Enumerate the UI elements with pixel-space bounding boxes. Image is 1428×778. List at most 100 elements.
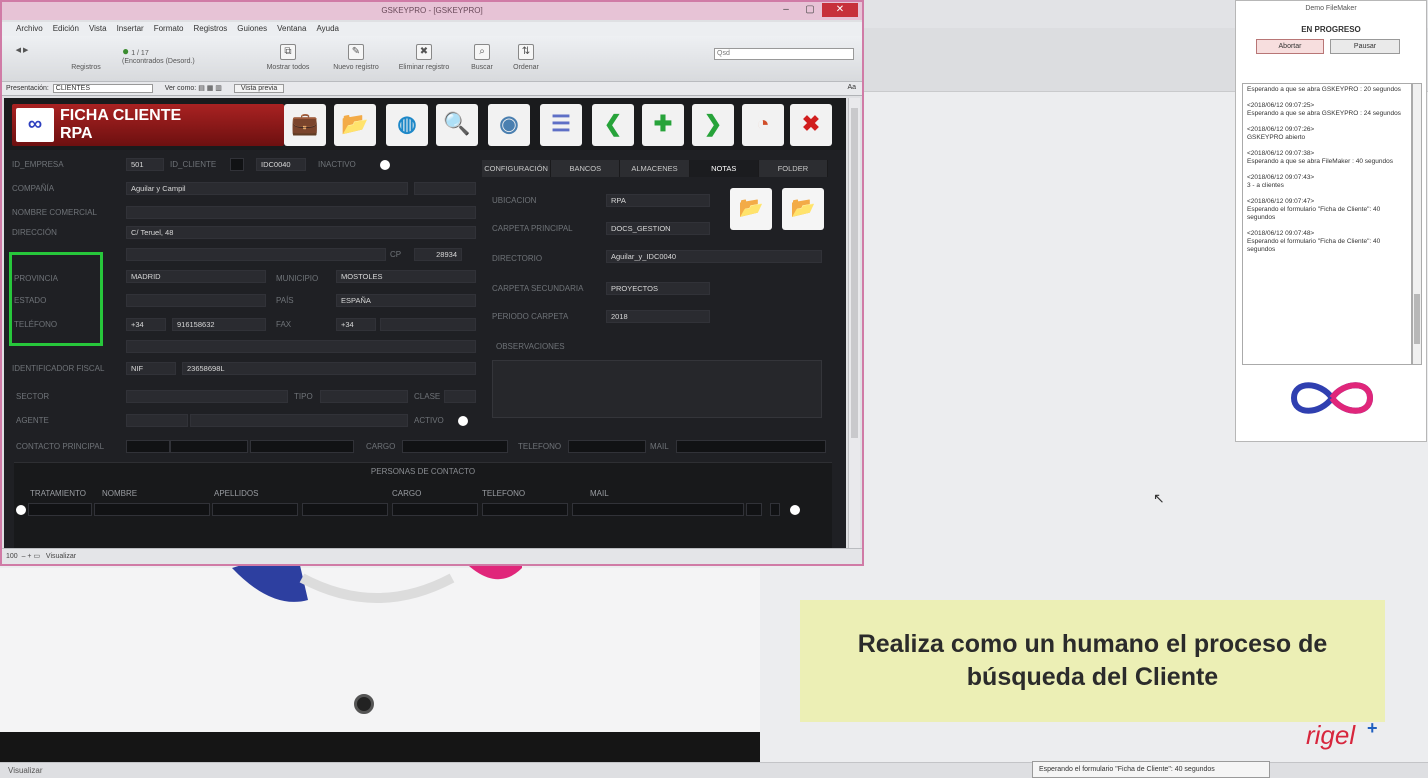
field-ubicacion[interactable]: RPA bbox=[606, 194, 710, 207]
field-carpeta-secundaria[interactable]: PROYECTOS bbox=[606, 282, 710, 295]
field-directorio[interactable]: Aguilar_y_IDC0040 bbox=[606, 250, 822, 263]
contact-cell-2[interactable] bbox=[212, 503, 298, 516]
field-nif-type[interactable]: NIF bbox=[126, 362, 176, 375]
menu-item-3[interactable]: Insertar bbox=[117, 24, 144, 34]
menu-item-6[interactable]: Guiones bbox=[237, 24, 267, 34]
delete-record-button[interactable]: ✖ Eliminar registro bbox=[394, 44, 454, 71]
presentation-select[interactable]: CLIENTES bbox=[52, 84, 153, 93]
field-contacto-cargo[interactable] bbox=[402, 440, 508, 453]
tab-1[interactable]: BANCOS bbox=[551, 160, 621, 177]
record-nav-arrows[interactable]: ◀ ▶ bbox=[4, 46, 40, 54]
contact-cell-3[interactable] bbox=[302, 503, 388, 516]
field-contacto-nombre[interactable] bbox=[170, 440, 248, 453]
field-compania[interactable]: Aguilar y Campil bbox=[126, 182, 408, 195]
activo-toggle[interactable] bbox=[458, 416, 468, 426]
minimize-icon[interactable]: – bbox=[774, 3, 798, 17]
contact-row-toggle-left[interactable] bbox=[16, 505, 26, 515]
field-compania-extra[interactable] bbox=[414, 182, 476, 195]
contact-cell-5[interactable] bbox=[482, 503, 568, 516]
add-button[interactable]: ✚ bbox=[642, 104, 684, 146]
open-folder-button[interactable]: 📂 bbox=[730, 188, 772, 230]
field-contacto-telefono[interactable] bbox=[568, 440, 646, 453]
format-bar-toggle[interactable]: Aa bbox=[847, 84, 856, 91]
tab-0[interactable]: CONFIGURACIÓN bbox=[482, 160, 552, 177]
field-carpeta-principal[interactable]: DOCS_GESTION bbox=[606, 222, 710, 235]
field-direccion-2[interactable] bbox=[126, 248, 386, 261]
field-fax[interactable] bbox=[380, 318, 476, 331]
field-contacto-tratamiento[interactable] bbox=[126, 440, 170, 453]
field-periodo-carpeta[interactable]: 2018 bbox=[606, 310, 710, 323]
field-id-cliente[interactable]: IDC0040 bbox=[256, 158, 306, 171]
chevron-left-button[interactable]: ❮ bbox=[592, 104, 634, 146]
view-as-buttons[interactable]: ▤ ▦ ▥ bbox=[198, 85, 222, 92]
field-id-empresa[interactable]: 501 bbox=[126, 158, 164, 171]
field-telefono[interactable]: 916158632 bbox=[172, 318, 266, 331]
list-button[interactable]: ☰ bbox=[540, 104, 582, 146]
contact-cell-4[interactable] bbox=[392, 503, 478, 516]
menu-item-8[interactable]: Ayuda bbox=[316, 24, 339, 34]
field-pais[interactable]: ESPAÑA bbox=[336, 294, 476, 307]
maximize-icon[interactable]: ▢ bbox=[798, 3, 822, 17]
zoom-level[interactable]: 100 bbox=[6, 553, 18, 560]
filemaker-window[interactable]: GSKEYPRO - [GSKEYPRO] – ▢ ✕ Archivo Edici… bbox=[0, 0, 864, 566]
contact-cell-0[interactable] bbox=[28, 503, 92, 516]
contact-row-toggle-right[interactable] bbox=[790, 505, 800, 515]
contact-cell-7[interactable] bbox=[746, 503, 762, 516]
menu-item-5[interactable]: Registros bbox=[194, 24, 228, 34]
field-contacto-apellidos[interactable] bbox=[250, 440, 354, 453]
field-estado[interactable] bbox=[126, 294, 266, 307]
folder-button[interactable]: 📂 bbox=[334, 104, 376, 146]
window-title-bar[interactable]: GSKEYPRO - [GSKEYPRO] bbox=[2, 2, 862, 20]
map-button[interactable]: ◉ bbox=[488, 104, 530, 146]
contact-cell-6[interactable] bbox=[572, 503, 744, 516]
chart-button[interactable]: ◔ bbox=[742, 104, 784, 146]
field-nif[interactable]: 23658698L bbox=[182, 362, 476, 375]
field-clase[interactable] bbox=[444, 390, 476, 403]
progress-log[interactable]: Esperando a que se abra GSKEYPRO : 20 se… bbox=[1242, 83, 1412, 365]
new-record-button[interactable]: ✎ Nuevo registro bbox=[326, 44, 386, 71]
field-web[interactable] bbox=[126, 340, 476, 353]
preview-button[interactable]: Vista previa bbox=[233, 84, 285, 93]
field-id-cliente-prefix[interactable] bbox=[230, 158, 244, 171]
contact-cell-8[interactable] bbox=[770, 503, 780, 516]
contact-cell-1[interactable] bbox=[94, 503, 210, 516]
inactivo-toggle[interactable] bbox=[380, 160, 390, 170]
close-button[interactable]: ✖ bbox=[790, 104, 832, 146]
menu-item-4[interactable]: Formato bbox=[154, 24, 184, 34]
chevron-right-button[interactable]: ❯ bbox=[692, 104, 734, 146]
log-scrollbar[interactable] bbox=[1412, 83, 1422, 365]
menu-item-7[interactable]: Ventana bbox=[277, 24, 306, 34]
log-scrollbar-thumb[interactable] bbox=[1414, 294, 1420, 344]
window-close-icon[interactable]: ✕ bbox=[822, 3, 858, 17]
field-agente[interactable] bbox=[190, 414, 408, 427]
briefcase-button[interactable]: 💼 bbox=[284, 104, 326, 146]
menu-item-2[interactable]: Vista bbox=[89, 24, 107, 34]
field-cp[interactable]: 28934 bbox=[414, 248, 462, 261]
field-contacto-mail[interactable] bbox=[676, 440, 826, 453]
mode-label[interactable]: Visualizar bbox=[46, 553, 76, 560]
create-folder-button[interactable]: 📂 bbox=[782, 188, 824, 230]
show-all-button[interactable]: ⧉ Mostrar todos bbox=[258, 44, 318, 71]
field-telefono-prefix[interactable]: +34 bbox=[126, 318, 166, 331]
search-button[interactable]: 🔍 bbox=[436, 104, 478, 146]
field-observaciones[interactable] bbox=[492, 360, 822, 418]
abort-button[interactable]: Abortar bbox=[1256, 39, 1324, 54]
quick-find-input[interactable]: Qsd bbox=[714, 48, 854, 60]
refresh-button[interactable]: ◍ bbox=[386, 104, 428, 146]
form-scrollbar-thumb[interactable] bbox=[851, 108, 858, 438]
form-scrollbar[interactable] bbox=[848, 98, 860, 548]
tab-2[interactable]: ALMACENES bbox=[620, 160, 690, 177]
zoom-controls-icon[interactable]: – + ▭ bbox=[20, 553, 44, 560]
field-municipio[interactable]: MOSTOLES bbox=[336, 270, 476, 283]
field-sector[interactable] bbox=[126, 390, 288, 403]
field-tipo[interactable] bbox=[320, 390, 408, 403]
field-direccion[interactable]: C/ Teruel, 48 bbox=[126, 226, 476, 239]
field-provincia[interactable]: MADRID bbox=[126, 270, 266, 283]
tab-3[interactable]: NOTAS bbox=[689, 160, 759, 177]
pause-button[interactable]: Pausar bbox=[1330, 39, 1400, 54]
field-nombre-comercial[interactable] bbox=[126, 206, 476, 219]
field-agente-id[interactable] bbox=[126, 414, 188, 427]
field-fax-prefix[interactable]: +34 bbox=[336, 318, 376, 331]
menu-item-1[interactable]: Edición bbox=[53, 24, 79, 34]
tab-4[interactable]: FOLDER bbox=[758, 160, 829, 177]
